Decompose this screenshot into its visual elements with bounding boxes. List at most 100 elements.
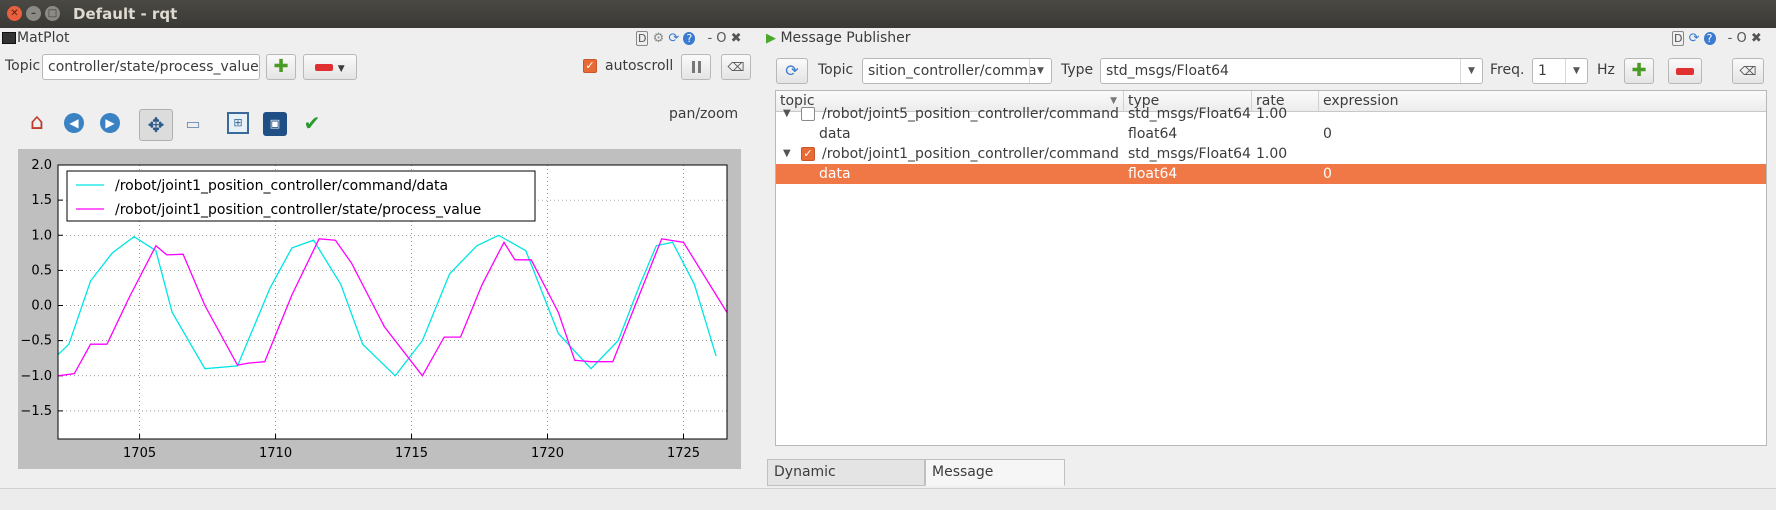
publisher-topic-value: sition_controller/comma <box>868 63 1037 79</box>
forward-icon[interactable]: ▶ <box>100 113 120 133</box>
tree-cell-topic: data <box>819 166 851 182</box>
window-title: Default - rqt <box>73 5 178 23</box>
publisher-dock-title: Message Publisher <box>780 30 911 46</box>
help-icon[interactable]: ? <box>1703 32 1716 45</box>
minus-icon <box>315 63 334 71</box>
tab-dynamic-reconfigure[interactable]: Dynamic Reconfigure <box>767 459 925 505</box>
chevron-down-icon[interactable]: ▼ <box>1029 59 1051 83</box>
legend-entry: /robot/joint1_position_controller/comman… <box>115 178 448 194</box>
tree-cell-expression[interactable]: 0 <box>1323 164 1332 184</box>
chevron-down-icon: ▼ <box>337 64 345 74</box>
tree-cell-type: float64 <box>1128 166 1178 182</box>
add-publisher-button[interactable]: ✚ <box>1624 58 1654 84</box>
x-tick-label: 1725 <box>667 446 700 461</box>
publisher-header-buttons[interactable]: D ⟳ ? - O ✖ <box>1672 31 1762 46</box>
minus-icon <box>1676 67 1694 75</box>
refresh-topics-button[interactable]: ⟳ <box>776 58 808 84</box>
checkmark-icon[interactable]: ✔ <box>300 110 324 136</box>
autoscroll-checkbox[interactable]: ✓ <box>583 59 597 73</box>
freq-label: Freq. <box>1490 62 1525 78</box>
y-tick-label: 2.0 <box>31 158 52 173</box>
gear-icon[interactable]: ⚙ <box>653 31 665 46</box>
chevron-down-icon[interactable]: ▼ <box>1460 59 1482 83</box>
zoom-rect-icon[interactable]: ▭ <box>181 113 205 135</box>
publish-checkbox[interactable] <box>801 107 815 121</box>
reload-icon[interactable]: ⟳ <box>668 31 679 46</box>
status-bar <box>0 488 1776 510</box>
play-icon: ▶ <box>766 31 776 46</box>
x-tick-label: 1720 <box>531 446 564 461</box>
x-tick-label: 1715 <box>395 446 428 461</box>
plot-mode-text: pan/zoom <box>669 106 739 122</box>
tree-row-field[interactable]: data float64 0 <box>776 164 1766 184</box>
matplot-dock-header: MatPlot <box>2 30 70 52</box>
tree-cell-rate: 1.00 <box>1256 146 1288 162</box>
tree-cell-topic: /robot/joint5_position_controller/comman… <box>822 106 1119 122</box>
dock-close-controls[interactable]: - O ✖ <box>707 31 741 46</box>
tab-message-publisher[interactable]: Message Publisher <box>925 459 1065 505</box>
y-tick-label: 0.0 <box>31 299 52 314</box>
expand-arrow-icon[interactable]: ▼ <box>783 144 791 164</box>
pause-button[interactable] <box>681 54 711 80</box>
y-tick-label: 1.0 <box>31 228 52 243</box>
line-chart[interactable]: 2.0 1.5 1.0 0.5 0.0 −0.5 −1.0 −1.5 1705 1710 1715 1… <box>18 149 741 469</box>
y-tick-label: 1.5 <box>31 193 52 208</box>
clear-button[interactable]: ⌫ <box>721 54 751 80</box>
publisher-type-value: std_msgs/Float64 <box>1106 63 1229 79</box>
publisher-type-input[interactable]: std_msgs/Float64 ▼ <box>1100 58 1483 84</box>
clear-publishers-button[interactable]: ⌫ <box>1732 58 1764 84</box>
matplot-topic-input[interactable]: controller/state/process_value <box>42 54 260 80</box>
minimize-window-button[interactable]: – <box>26 6 41 21</box>
tree-row-field[interactable]: data float64 0 <box>776 124 1766 144</box>
chevron-down-icon[interactable]: ▼ <box>1565 59 1587 83</box>
tree-cell-rate: 1.00 <box>1256 106 1288 122</box>
remove-topic-button[interactable]: ▼ <box>303 54 357 80</box>
y-tick-label: 0.5 <box>31 263 52 278</box>
tree-cell-topic: data <box>819 126 851 142</box>
save-icon[interactable]: ▣ <box>263 112 287 136</box>
back-icon[interactable]: ◀ <box>64 113 84 133</box>
publisher-topic-input[interactable]: sition_controller/comma ▼ <box>862 58 1052 84</box>
refresh-icon: ⟳ <box>785 61 799 80</box>
tree-cell-type: std_msgs/Float64 <box>1128 106 1251 122</box>
publisher-type-label: Type <box>1061 62 1094 78</box>
x-tick-label: 1705 <box>123 446 156 461</box>
matplot-header-buttons[interactable]: D ⚙ ⟳ ? - O ✖ <box>636 31 742 46</box>
hz-label: Hz <box>1597 62 1615 78</box>
home-icon[interactable]: ⌂ <box>24 110 50 136</box>
maximize-window-button[interactable]: □ <box>45 6 60 21</box>
freq-input[interactable]: 1 ▼ <box>1532 58 1588 84</box>
dock-help-d-icon[interactable]: D <box>1672 31 1685 46</box>
subplots-icon[interactable]: ⊞ <box>227 112 249 134</box>
pause-icon <box>691 61 695 73</box>
close-window-button[interactable]: ✕ <box>7 6 22 21</box>
tree-cell-topic: /robot/joint1_position_controller/comman… <box>822 146 1119 162</box>
expand-arrow-icon[interactable]: ▼ <box>783 104 791 124</box>
pan-icon[interactable]: ✥ <box>139 109 173 141</box>
matplot-topic-label: Topic <box>5 58 41 74</box>
legend-entry: /robot/joint1_position_controller/state/… <box>115 202 481 218</box>
window-titlebar: ✕ – □ Default - rqt <box>0 0 1776 28</box>
publisher-tree[interactable]: topic ▼ type rate expression ▼/robot/joi… <box>775 90 1767 446</box>
dock-close-controls[interactable]: - O ✖ <box>1728 31 1762 46</box>
y-tick-label: −1.5 <box>20 404 52 419</box>
tree-row-publisher[interactable]: ▼ /robot/joint5_position_controller/comma… <box>776 104 1766 124</box>
help-icon[interactable]: ? <box>683 32 696 45</box>
terminal-icon <box>2 32 16 44</box>
publisher-topic-label: Topic <box>818 62 854 78</box>
add-topic-button[interactable]: ✚ <box>266 54 296 80</box>
x-tick-label: 1710 <box>259 446 292 461</box>
tree-cell-expression[interactable]: 0 <box>1323 124 1332 144</box>
remove-publisher-button[interactable] <box>1668 58 1702 84</box>
autoscroll-label: autoscroll <box>605 58 674 74</box>
freq-value: 1 <box>1538 63 1547 79</box>
matplot-dock-title: MatPlot <box>17 30 70 46</box>
tree-row-publisher[interactable]: ▼ ✓ /robot/joint1_position_controller/comm… <box>776 144 1766 164</box>
publish-checkbox[interactable]: ✓ <box>801 147 815 161</box>
plot-figure[interactable]: 2.0 1.5 1.0 0.5 0.0 −0.5 −1.0 −1.5 1705 1710 1715 1… <box>18 149 741 469</box>
dock-help-d-icon[interactable]: D <box>636 31 649 46</box>
reload-icon[interactable]: ⟳ <box>1689 31 1700 46</box>
y-tick-label: −0.5 <box>20 334 52 349</box>
publisher-dock-header: ▶ Message Publisher <box>766 30 911 52</box>
tree-cell-type: std_msgs/Float64 <box>1128 146 1251 162</box>
